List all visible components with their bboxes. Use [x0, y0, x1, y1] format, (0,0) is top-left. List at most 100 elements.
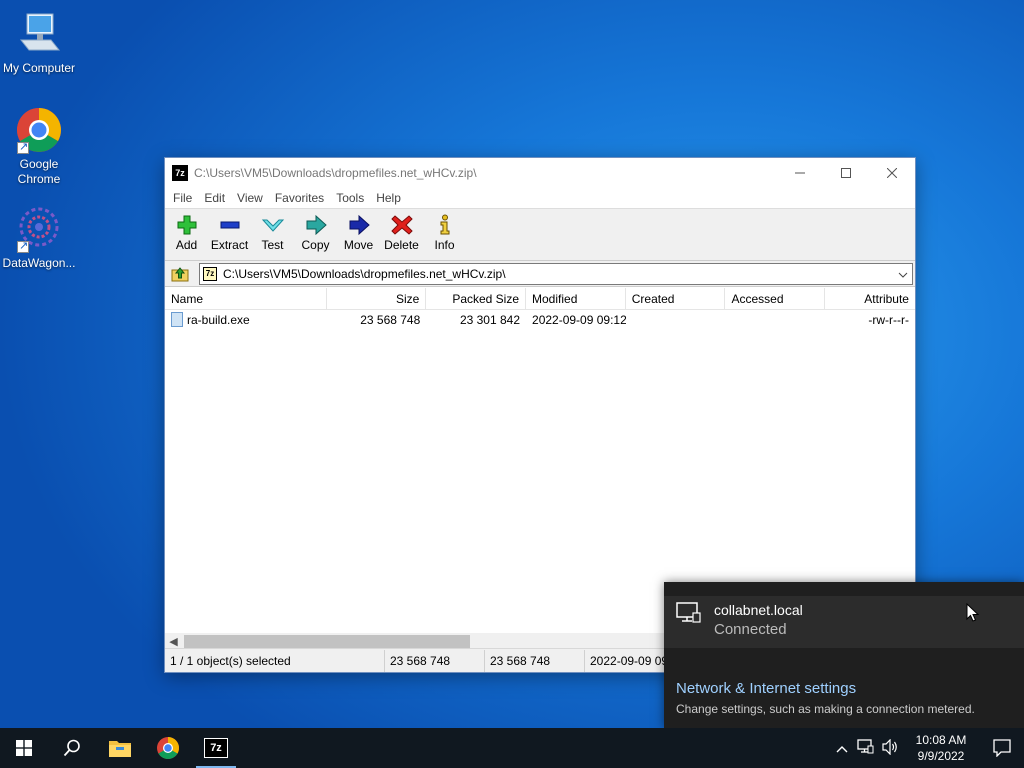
- scroll-left-icon[interactable]: ◀: [165, 635, 182, 648]
- column-created[interactable]: Created: [626, 288, 726, 310]
- move-label: Move: [343, 238, 374, 252]
- minus-icon: [220, 221, 239, 229]
- row-modified: 2022-09-09 09:12: [532, 313, 626, 327]
- extract-button[interactable]: Extract: [208, 209, 251, 260]
- row-created: [626, 310, 726, 331]
- notifications-button[interactable]: [980, 728, 1024, 768]
- menu-help[interactable]: Help: [370, 191, 407, 205]
- close-button[interactable]: [869, 158, 915, 187]
- minimize-button[interactable]: [777, 158, 823, 187]
- address-input[interactable]: 7z C:\Users\VM5\Downloads\dropmefiles.ne…: [199, 262, 913, 285]
- info-icon: [440, 214, 449, 235]
- taskbar-chrome[interactable]: [144, 728, 192, 768]
- folder-icon: [109, 741, 131, 757]
- system-tray: 10:08 AM 9/9/2022: [830, 728, 1024, 768]
- taskbar-7zip[interactable]: 7z: [192, 728, 240, 768]
- row-name-cell: ra-build.exe: [165, 310, 327, 331]
- chevron-up-icon[interactable]: [830, 741, 854, 756]
- move-button[interactable]: Move: [337, 209, 380, 260]
- toolbar: Add Extract Test Copy Move Delete Info: [165, 209, 915, 261]
- search-icon: [63, 739, 80, 757]
- column-size[interactable]: Size: [327, 288, 427, 310]
- shortcut-arrow-icon: [17, 140, 29, 155]
- notification-icon: [993, 739, 1011, 757]
- network-tray-icon[interactable]: [854, 738, 878, 758]
- 7zip-app-icon: 7z: [172, 164, 188, 181]
- copy-label: Copy: [301, 238, 330, 252]
- test-label: Test: [261, 238, 284, 252]
- move-arrow-icon: [349, 214, 370, 236]
- desktop-icon-label: DataWagon...: [2, 256, 76, 270]
- add-button[interactable]: Add: [165, 209, 208, 260]
- address-path: C:\Users\VM5\Downloads\dropmefiles.net_w…: [223, 266, 506, 281]
- status-packed: 23 568 748: [485, 649, 585, 672]
- file-list-header: Name Size Packed Size Modified Created A…: [165, 288, 915, 310]
- ethernet-icon: [676, 602, 702, 627]
- column-attributes[interactable]: Attribute: [825, 288, 915, 310]
- file-icon: [171, 312, 183, 327]
- status-selected: 1 / 1 object(s) selected: [165, 649, 385, 672]
- copy-button[interactable]: Copy: [294, 209, 337, 260]
- clock-time: 10:08 AM: [915, 733, 967, 747]
- chrome-icon: [15, 106, 63, 155]
- desktop-icon-my-computer[interactable]: My Computer: [0, 10, 78, 76]
- datawagon-icon: [15, 205, 63, 254]
- folder-up-icon: [171, 266, 189, 281]
- column-name[interactable]: Name: [165, 288, 327, 310]
- search-button[interactable]: [48, 728, 96, 768]
- menu-view[interactable]: View: [231, 191, 269, 205]
- menu-bar: File Edit View Favorites Tools Help: [165, 187, 915, 209]
- clock-date: 9/9/2022: [917, 749, 965, 763]
- menu-edit[interactable]: Edit: [198, 191, 231, 205]
- maximize-button[interactable]: [823, 158, 869, 187]
- shortcut-arrow-icon: [17, 239, 29, 254]
- address-bar: 7z C:\Users\VM5\Downloads\dropmefiles.ne…: [165, 261, 915, 287]
- column-modified[interactable]: Modified: [526, 288, 626, 310]
- add-label: Add: [175, 238, 198, 252]
- status-size: 23 568 748: [385, 649, 485, 672]
- taskbar-clock[interactable]: 10:08 AM 9/9/2022: [902, 732, 980, 764]
- table-row[interactable]: ra-build.exe 23 568 748 23 301 842 2022-…: [165, 310, 915, 331]
- column-accessed[interactable]: Accessed: [725, 288, 826, 310]
- start-button[interactable]: [0, 728, 48, 768]
- taskbar-file-explorer[interactable]: [96, 728, 144, 768]
- copy-arrow-icon: [306, 214, 327, 236]
- network-settings-link[interactable]: Network & Internet settings: [676, 680, 856, 697]
- scrollbar-thumb[interactable]: [184, 635, 470, 648]
- volume-icon[interactable]: [878, 738, 902, 758]
- 7zip-taskbar-icon: 7z: [204, 738, 228, 758]
- row-packed-size: 23 301 842: [459, 313, 521, 327]
- taskbar: 7z 10:08 AM 9/9/2022: [0, 728, 1024, 768]
- check-icon: [261, 219, 284, 232]
- delete-button[interactable]: Delete: [380, 209, 423, 260]
- network-settings-description: Change settings, such as making a connec…: [676, 702, 975, 716]
- desktop-icon-datawagon[interactable]: DataWagon...: [0, 205, 78, 271]
- row-attributes: -rw-r--r-: [868, 313, 909, 327]
- up-folder-button[interactable]: [169, 264, 191, 284]
- chevron-down-icon[interactable]: [894, 267, 912, 281]
- column-packed-size[interactable]: Packed Size: [426, 288, 527, 310]
- status-date: 2022-09-09 09:12: [590, 653, 665, 668]
- info-label: Info: [434, 238, 455, 252]
- plus-icon: [177, 215, 196, 235]
- delete-x-icon: [390, 215, 413, 235]
- chrome-icon: [157, 737, 179, 759]
- row-name: ra-build.exe: [187, 313, 250, 327]
- desktop-icon-google-chrome[interactable]: Google Chrome: [0, 106, 78, 187]
- archive-icon: 7z: [203, 266, 217, 281]
- network-name: collabnet.local: [714, 602, 803, 618]
- menu-favorites[interactable]: Favorites: [269, 191, 330, 205]
- row-size: 23 568 748: [360, 313, 421, 327]
- window-titlebar[interactable]: 7z C:\Users\VM5\Downloads\dropmefiles.ne…: [165, 158, 915, 187]
- desktop-icon-label: My Computer: [2, 61, 76, 75]
- network-state: Connected: [714, 621, 787, 638]
- mouse-cursor-icon: [966, 602, 980, 625]
- window-title: C:\Users\VM5\Downloads\dropmefiles.net_w…: [194, 165, 477, 180]
- menu-file[interactable]: File: [167, 191, 198, 205]
- info-button[interactable]: Info: [423, 209, 466, 260]
- test-button[interactable]: Test: [251, 209, 294, 260]
- desktop-icon-label: Google Chrome: [17, 157, 61, 186]
- menu-tools[interactable]: Tools: [330, 191, 370, 205]
- computer-icon: [15, 10, 63, 58]
- row-accessed: [725, 310, 825, 331]
